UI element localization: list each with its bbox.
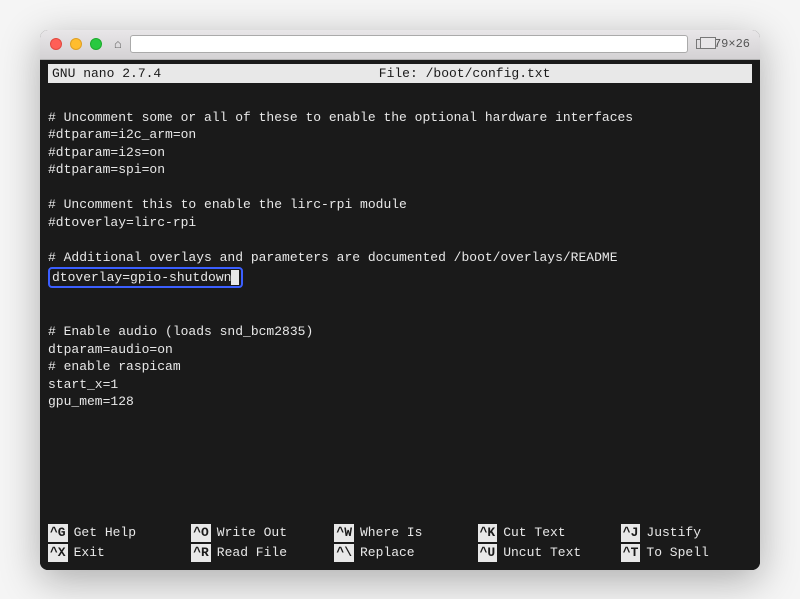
shortcut-label: Write Out — [217, 524, 287, 542]
help-write-out[interactable]: ^O Write Out — [191, 524, 322, 542]
terminal-window: ⌂ 79×26 GNU nano 2.7.4 File: /boot/confi… — [40, 30, 760, 570]
text-cursor — [231, 270, 239, 285]
help-exit[interactable]: ^X Exit — [48, 544, 179, 562]
config-line: dtparam=audio=on — [48, 342, 173, 357]
config-line: # Additional overlays and parameters are… — [48, 250, 618, 265]
traffic-lights — [50, 38, 102, 50]
highlighted-line: dtoverlay=gpio-shutdown — [48, 267, 243, 289]
config-line: gpu_mem=128 — [48, 394, 134, 409]
shortcut-key: ^J — [621, 524, 641, 542]
help-replace[interactable]: ^\ Replace — [334, 544, 465, 562]
help-get-help[interactable]: ^G Get Help — [48, 524, 179, 542]
config-line: # enable raspicam — [48, 359, 181, 374]
shortcut-key: ^K — [478, 524, 498, 542]
config-line: # Enable audio (loads snd_bcm2835) — [48, 324, 313, 339]
shortcut-label: Justify — [646, 524, 701, 542]
shortcut-label: Get Help — [74, 524, 136, 542]
config-line: #dtparam=i2s=on — [48, 145, 165, 160]
help-uncut-text[interactable]: ^U Uncut Text — [478, 544, 609, 562]
help-to-spell[interactable]: ^T To Spell — [621, 544, 752, 562]
config-line: # Uncomment some or all of these to enab… — [48, 110, 633, 125]
nano-help-bar: ^G Get Help ^O Write Out ^W Where Is ^K Cut … — [48, 524, 752, 565]
close-button[interactable] — [50, 38, 62, 50]
help-read-file[interactable]: ^R Read File — [191, 544, 322, 562]
shortcut-label: Replace — [360, 544, 415, 562]
help-where-is[interactable]: ^W Where Is — [334, 524, 465, 542]
shortcut-key: ^R — [191, 544, 211, 562]
shortcut-label: Where Is — [360, 524, 422, 542]
help-cut-text[interactable]: ^K Cut Text — [478, 524, 609, 542]
nano-version: GNU nano 2.7.4 — [52, 65, 181, 83]
shortcut-label: Uncut Text — [503, 544, 581, 562]
nano-file-label: File: /boot/config.txt — [181, 65, 748, 83]
shortcut-label: Cut Text — [503, 524, 565, 542]
shortcut-key: ^G — [48, 524, 68, 542]
editor-content[interactable]: # Uncomment some or all of these to enab… — [48, 91, 752, 524]
shortcut-key: ^T — [621, 544, 641, 562]
shortcut-key: ^\ — [334, 544, 354, 562]
shortcut-key: ^U — [478, 544, 498, 562]
home-icon[interactable]: ⌂ — [114, 37, 122, 52]
window-size-text: 79×26 — [714, 37, 750, 51]
shortcut-label: To Spell — [646, 544, 708, 562]
window-stack-icon — [696, 39, 710, 49]
config-line: #dtoverlay=lirc-rpi — [48, 215, 196, 230]
config-line: dtoverlay=gpio-shutdown — [52, 270, 231, 285]
shortcut-key: ^O — [191, 524, 211, 542]
config-line: #dtparam=spi=on — [48, 162, 165, 177]
minimize-button[interactable] — [70, 38, 82, 50]
maximize-button[interactable] — [90, 38, 102, 50]
terminal-body[interactable]: GNU nano 2.7.4 File: /boot/config.txt # … — [40, 60, 760, 570]
config-line: #dtparam=i2c_arm=on — [48, 127, 196, 142]
titlebar: ⌂ 79×26 — [40, 30, 760, 60]
shortcut-key: ^W — [334, 524, 354, 542]
nano-status-bar: GNU nano 2.7.4 File: /boot/config.txt — [48, 64, 752, 84]
config-line: # Uncomment this to enable the lirc-rpi … — [48, 197, 407, 212]
window-size-indicator: 79×26 — [696, 37, 750, 51]
shortcut-label: Exit — [74, 544, 105, 562]
shortcut-key: ^X — [48, 544, 68, 562]
config-line: start_x=1 — [48, 377, 118, 392]
shortcut-label: Read File — [217, 544, 287, 562]
address-bar[interactable] — [130, 35, 688, 53]
help-justify[interactable]: ^J Justify — [621, 524, 752, 542]
